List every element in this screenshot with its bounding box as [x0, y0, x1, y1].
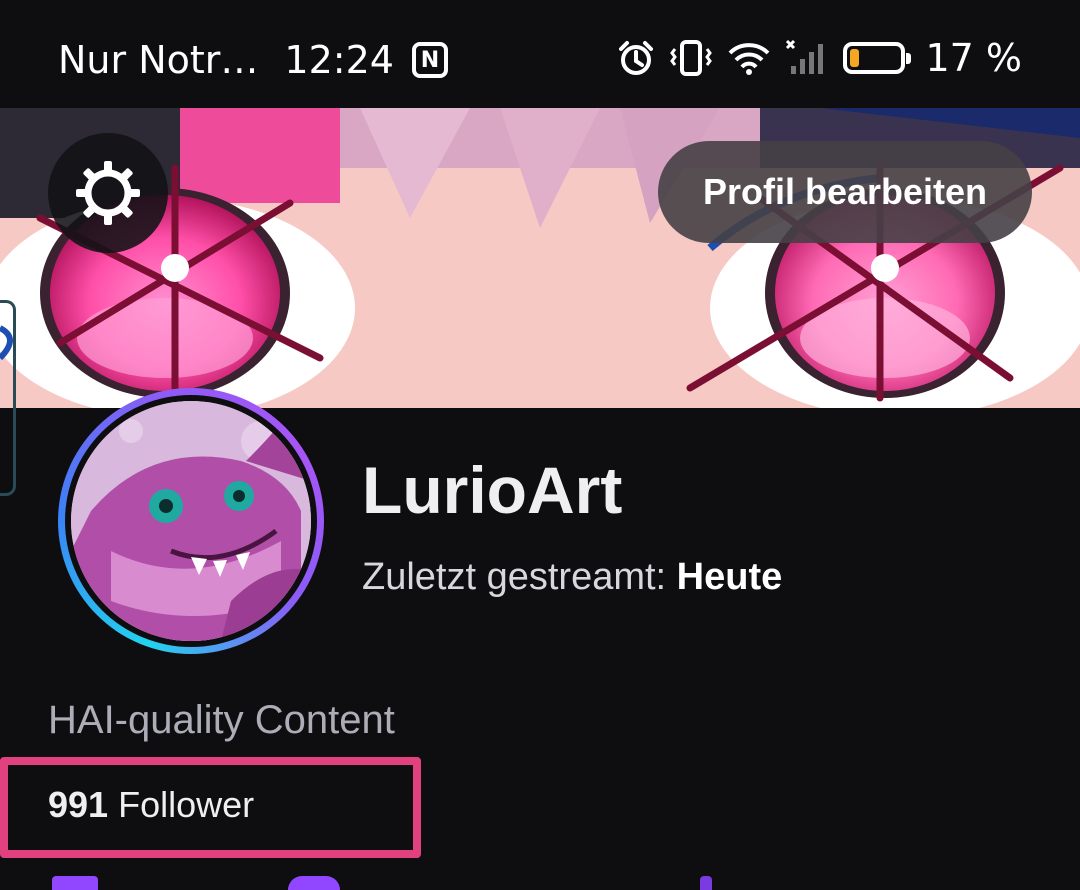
gear-icon — [76, 161, 140, 225]
last-streamed: Zuletzt gestreamt: Heute — [362, 556, 782, 599]
alarm-icon — [617, 39, 655, 77]
nfc-icon: N — [411, 42, 448, 78]
signal-icon — [785, 39, 829, 77]
social-icon-partial — [288, 876, 340, 890]
wifi-icon — [727, 39, 771, 77]
follower-count[interactable]: 991 Follower — [48, 784, 254, 826]
status-bar: Nur Notr… 12:24 N 17 % — [0, 0, 1080, 108]
last-streamed-value: Heute — [676, 556, 783, 598]
carrier-label: Nur Notr… — [58, 38, 259, 82]
channel-bio: HAI-quality Content — [48, 698, 395, 742]
follower-number: 991 — [48, 784, 109, 825]
vibrate-icon — [669, 39, 713, 77]
edit-profile-button[interactable]: Profil bearbeiten — [658, 141, 1032, 243]
settings-button[interactable] — [48, 133, 168, 253]
follower-label: Follower — [118, 784, 255, 825]
last-streamed-label: Zuletzt gestreamt: — [362, 556, 677, 598]
clock: 12:24 — [284, 38, 394, 82]
side-handle — [0, 300, 16, 496]
social-icon-partial — [52, 876, 98, 890]
battery-fill — [850, 49, 860, 67]
avatar-image — [71, 401, 311, 641]
battery-icon — [843, 42, 912, 74]
battery-percent: 17 % — [925, 36, 1022, 80]
social-icon-partial — [700, 876, 712, 890]
avatar[interactable] — [58, 388, 324, 654]
channel-name: LurioArt — [362, 453, 623, 527]
